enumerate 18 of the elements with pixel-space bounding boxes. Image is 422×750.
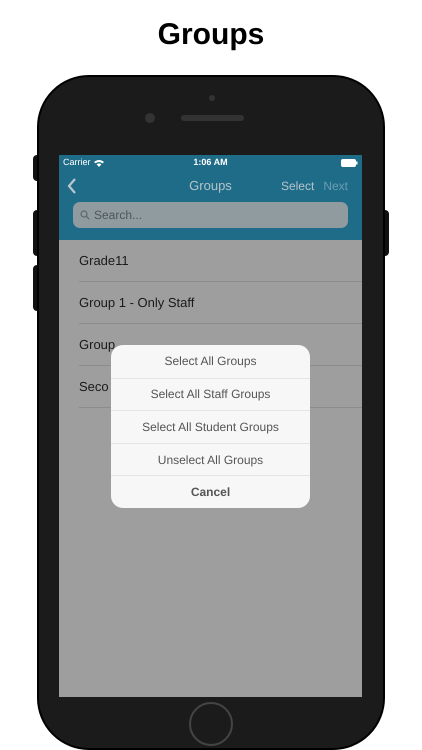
cancel-button[interactable]: Cancel — [111, 475, 310, 508]
carrier-label: Carrier — [63, 156, 91, 169]
group-name[interactable]: Grade11 — [79, 250, 129, 270]
battery-icon — [341, 158, 358, 166]
wifi-icon — [94, 158, 104, 166]
group-name[interactable]: Seco — [79, 376, 109, 396]
group-name[interactable]: Group 1 - Only Staff — [79, 292, 194, 312]
sheet-option[interactable]: Select All Staff Groups — [111, 378, 310, 410]
back-chevron-icon[interactable] — [67, 178, 77, 194]
status-time: 1:06 AM — [193, 156, 228, 169]
page-title: Groups — [158, 17, 264, 53]
search-icon — [80, 210, 90, 220]
sheet-option[interactable]: Unselect All Groups — [111, 442, 310, 476]
group-name[interactable]: Group — [79, 334, 116, 354]
nav-title: Groups — [189, 177, 232, 196]
search-field[interactable]: Search... — [73, 202, 348, 228]
speaker-grille — [181, 115, 244, 121]
sheet-option[interactable]: Select All Student Groups — [111, 410, 310, 443]
